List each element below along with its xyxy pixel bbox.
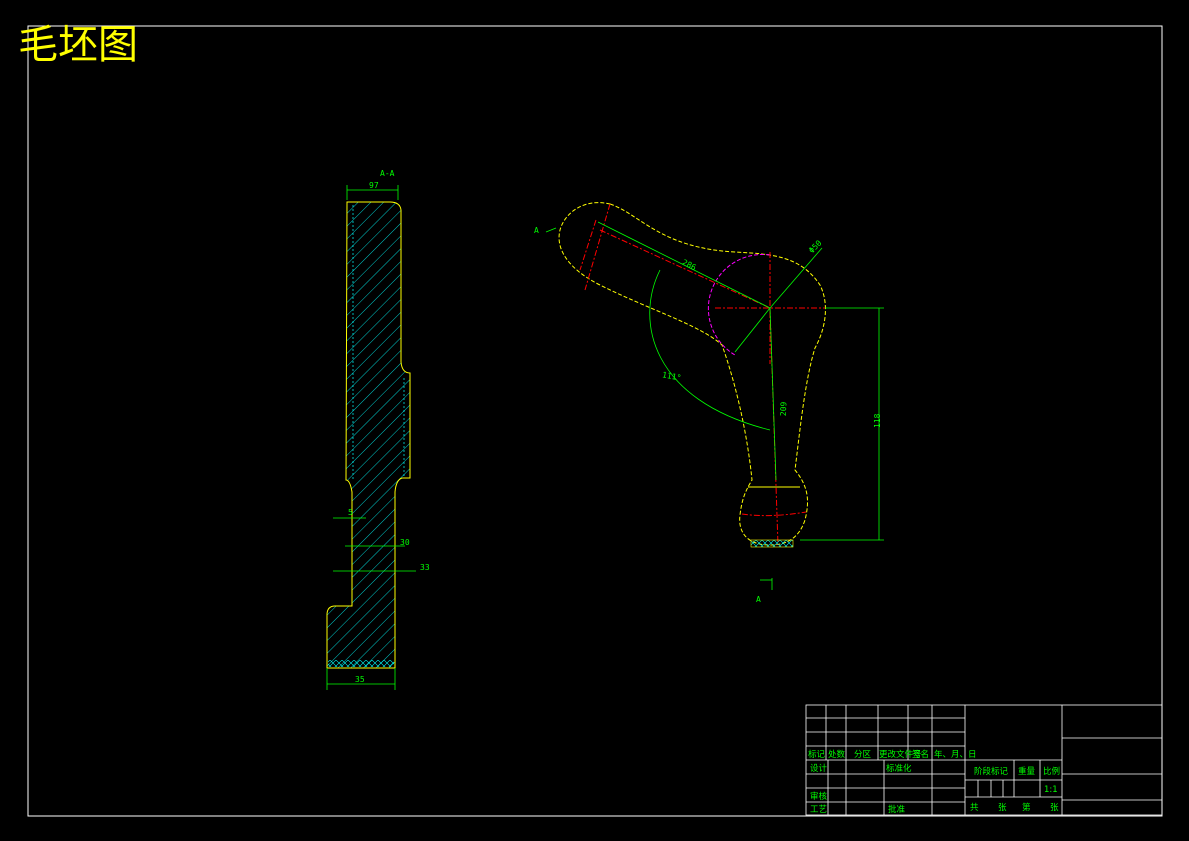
- dim-mid: 30: [400, 538, 410, 547]
- main-view: A A Φ50 286 111° 209 118: [534, 202, 884, 604]
- tb-header-date: 年、月、日: [934, 749, 977, 760]
- tb-approve: 批准: [888, 804, 906, 815]
- tb-sheet-total: 共: [970, 803, 979, 813]
- tb-sheet-no: 第: [1022, 802, 1031, 813]
- cad-drawing: 毛坯图 A-A 97 5 30 33 35 A A Φ50 286 111° 2…: [18, 22, 1163, 817]
- tb-scale-value: 1:1: [1044, 785, 1058, 795]
- tb-header-mark: 标记: [808, 749, 826, 760]
- tb-standard: 标准化: [886, 763, 912, 774]
- tb-stage-label: 阶段标记: [974, 766, 1009, 777]
- dim-short-arm: 209: [779, 401, 789, 416]
- section-mark-bottom: A: [756, 595, 761, 604]
- dim-bottom-width: 35: [355, 675, 365, 684]
- tb-header-count: 处数: [828, 749, 846, 760]
- tb-sheet-unit-2: 张: [1050, 803, 1059, 813]
- tb-design: 设计: [810, 763, 828, 774]
- section-mark-top: A: [534, 226, 539, 235]
- tb-sheet-unit-1: 张: [998, 803, 1007, 813]
- dim-top-width: 97: [369, 181, 379, 190]
- section-outline: [326, 201, 411, 669]
- tb-review: 审核: [810, 791, 828, 802]
- tb-weight-label: 重量: [1018, 766, 1036, 777]
- dim-right: 33: [420, 563, 430, 572]
- part-outline: [558, 202, 826, 546]
- drawing-title: 毛坯图: [18, 22, 138, 68]
- title-block: [805, 704, 1163, 816]
- section-label: A-A: [380, 169, 395, 178]
- dim-angle: 111°: [661, 370, 682, 382]
- tb-process: 工艺: [810, 805, 827, 815]
- tb-header-sign: 签名: [912, 749, 929, 760]
- dim-diameter: Φ50: [807, 238, 824, 255]
- tb-scale-label: 比例: [1043, 766, 1060, 777]
- dim-small-step: 5: [348, 508, 353, 517]
- section-view: A-A 97 5 30 33 35: [326, 169, 430, 690]
- dim-height: 118: [873, 413, 882, 428]
- tb-header-zone: 分区: [854, 750, 872, 760]
- drawing-frame: [27, 25, 1163, 817]
